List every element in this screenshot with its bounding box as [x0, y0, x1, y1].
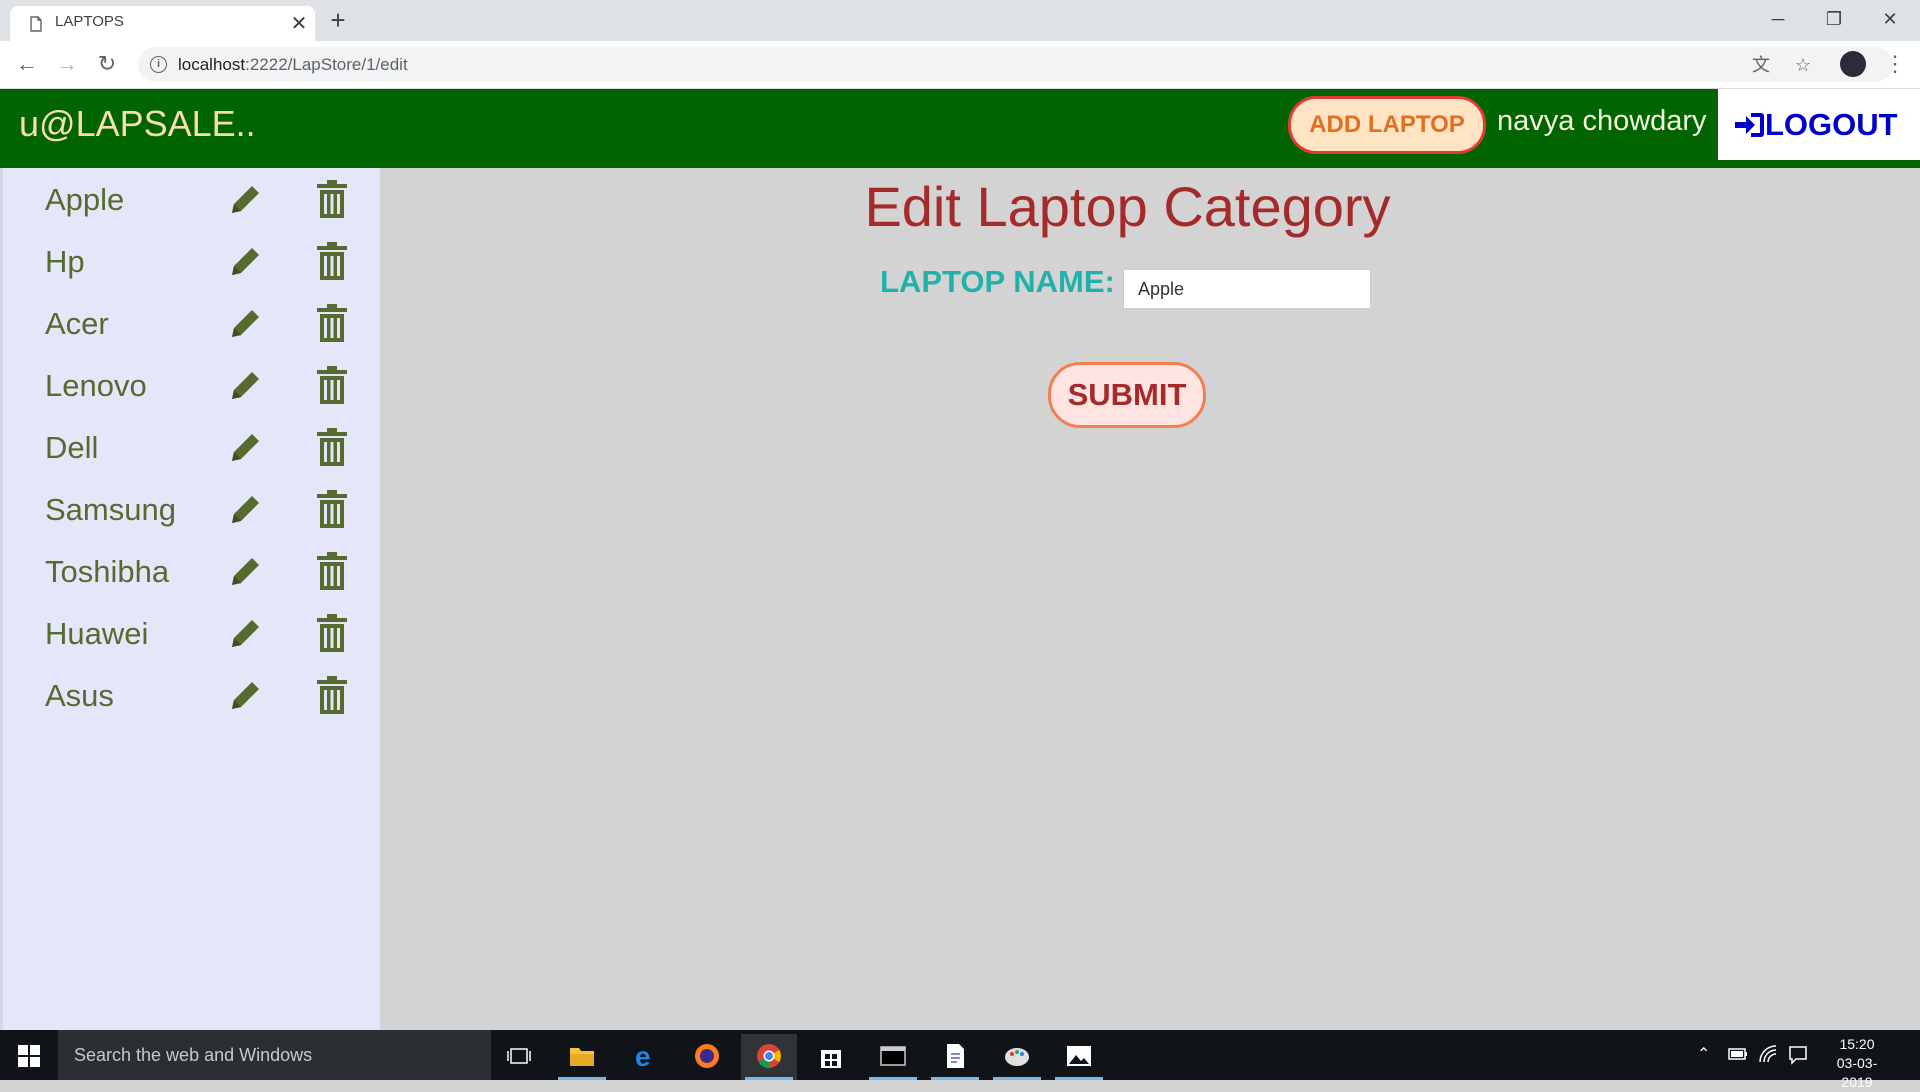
- category-sidebar: Apple Hp Acer Lenovo Dell Samsung Toshib…: [0, 168, 380, 1030]
- trash-icon[interactable]: [317, 614, 347, 652]
- trash-icon[interactable]: [317, 304, 347, 342]
- taskbar: Search the web and Windows e ⌃ 15:20 03-…: [0, 1030, 1920, 1090]
- category-link[interactable]: Hp: [45, 244, 85, 280]
- laptop-name-input[interactable]: [1123, 269, 1371, 309]
- chevron-up-icon[interactable]: ⌃: [1697, 1044, 1710, 1064]
- category-item: Huawei: [3, 602, 383, 664]
- file-explorer-icon[interactable]: [554, 1034, 610, 1080]
- info-icon[interactable]: i: [150, 56, 167, 73]
- omnibox[interactable]: i localhost:2222/LapStore/1/edit 文 ☆: [138, 47, 1893, 82]
- photos-icon[interactable]: [1051, 1034, 1107, 1080]
- menu-icon[interactable]: ⋮: [1884, 50, 1906, 78]
- firefox-icon[interactable]: [679, 1034, 735, 1080]
- pencil-icon[interactable]: [229, 616, 263, 650]
- paint-icon[interactable]: [989, 1034, 1045, 1080]
- pencil-icon[interactable]: [229, 430, 263, 464]
- forward-icon[interactable]: →: [52, 49, 82, 79]
- minimize-icon[interactable]: ─: [1750, 0, 1806, 38]
- wifi-icon[interactable]: [1758, 1044, 1778, 1064]
- pencil-icon[interactable]: [229, 554, 263, 588]
- translate-icon[interactable]: 文: [1750, 55, 1772, 75]
- add-laptop-button[interactable]: ADD LAPTOP: [1288, 96, 1486, 154]
- close-icon[interactable]: ✕: [285, 10, 313, 38]
- trash-icon[interactable]: [317, 490, 347, 528]
- category-link[interactable]: Huawei: [45, 616, 148, 652]
- trash-icon[interactable]: [317, 676, 347, 714]
- taskbar-clock[interactable]: 15:20 03-03-2019: [1822, 1035, 1892, 1092]
- category-link[interactable]: Apple: [45, 182, 124, 218]
- chrome-icon[interactable]: [741, 1034, 797, 1080]
- clock-time: 15:20: [1839, 1036, 1875, 1052]
- restore-icon[interactable]: ❐: [1806, 0, 1862, 38]
- page-title: Edit Laptop Category: [864, 175, 1391, 238]
- taskbar-search[interactable]: Search the web and Windows: [58, 1030, 491, 1080]
- windows-start-icon[interactable]: [18, 1045, 40, 1067]
- category-link[interactable]: Toshibha: [45, 554, 169, 590]
- logout-icon: [1735, 113, 1764, 137]
- pencil-icon[interactable]: [229, 306, 263, 340]
- pencil-icon[interactable]: [229, 244, 263, 278]
- trash-icon[interactable]: [317, 242, 347, 280]
- category-item: Asus: [3, 664, 383, 726]
- category-link[interactable]: Lenovo: [45, 368, 147, 404]
- profile-avatar[interactable]: [1840, 51, 1866, 77]
- category-link[interactable]: Acer: [45, 306, 109, 342]
- app-header: u@LAPSALE.. ADD LAPTOP navya chowdary LO…: [0, 89, 1920, 168]
- browser-tab[interactable]: LAPTOPS ✕: [10, 6, 315, 41]
- category-item: Toshibha: [3, 540, 383, 602]
- back-icon[interactable]: ←: [12, 49, 42, 79]
- username: navya chowdary: [1497, 105, 1707, 137]
- url-text[interactable]: localhost:2222/LapStore/1/edit: [178, 55, 408, 75]
- category-item: Dell: [3, 416, 383, 478]
- address-bar: ← → ↻ i localhost:2222/LapStore/1/edit 文…: [0, 41, 1920, 89]
- category-item: Lenovo: [3, 354, 383, 416]
- trash-icon[interactable]: [317, 552, 347, 590]
- category-link[interactable]: Dell: [45, 430, 98, 466]
- store-icon[interactable]: [803, 1034, 859, 1080]
- tab-title: LAPTOPS: [55, 13, 124, 30]
- trash-icon[interactable]: [317, 366, 347, 404]
- logout-button[interactable]: LOGOUT: [1718, 89, 1920, 160]
- star-icon[interactable]: ☆: [1792, 55, 1814, 75]
- trash-icon[interactable]: [317, 180, 347, 218]
- browser-tabbar: LAPTOPS ✕ + ─ ❐ ✕: [0, 0, 1920, 41]
- submit-button[interactable]: SUBMIT: [1048, 362, 1206, 428]
- pencil-icon[interactable]: [229, 678, 263, 712]
- battery-icon[interactable]: [1728, 1047, 1748, 1061]
- category-item: Apple: [3, 168, 383, 230]
- category-link[interactable]: Asus: [45, 678, 114, 714]
- laptop-name-label: LAPTOP NAME:: [880, 264, 1115, 299]
- window-close-icon[interactable]: ✕: [1862, 0, 1918, 38]
- taskbar-search-placeholder: Search the web and Windows: [74, 1045, 313, 1065]
- task-view-icon[interactable]: [491, 1034, 547, 1080]
- document-icon[interactable]: [927, 1034, 983, 1080]
- trash-icon[interactable]: [317, 428, 347, 466]
- reload-icon[interactable]: ↻: [92, 49, 122, 79]
- terminal-icon[interactable]: [865, 1034, 921, 1080]
- pencil-icon[interactable]: [229, 182, 263, 216]
- clock-date: 03-03-2019: [1836, 1055, 1878, 1090]
- brand-logo[interactable]: u@LAPSALE..: [19, 103, 256, 145]
- category-item: Samsung: [3, 478, 383, 540]
- pencil-icon[interactable]: [229, 492, 263, 526]
- category-link[interactable]: Samsung: [45, 492, 176, 528]
- svg-text:e: e: [635, 1042, 651, 1070]
- category-item: Hp: [3, 230, 383, 292]
- page-icon: [30, 16, 42, 32]
- category-item: Acer: [3, 292, 383, 354]
- new-tab-button[interactable]: +: [324, 5, 352, 35]
- notification-icon[interactable]: [1788, 1045, 1808, 1065]
- pencil-icon[interactable]: [229, 368, 263, 402]
- edge-icon[interactable]: e: [617, 1034, 673, 1080]
